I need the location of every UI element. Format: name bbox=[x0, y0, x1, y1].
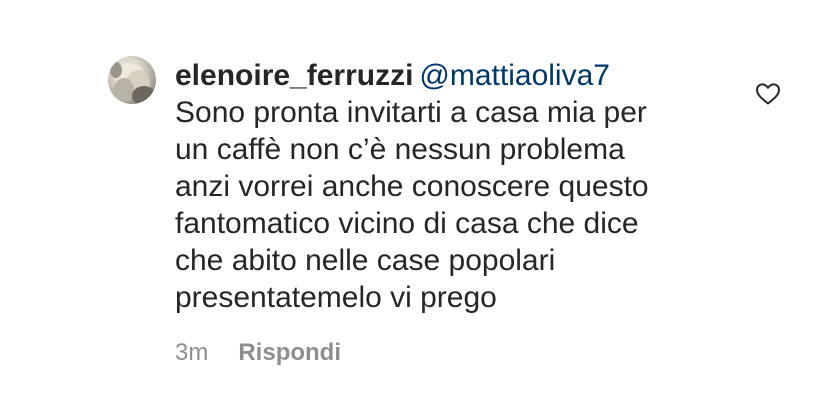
comment-text-line: fantomatico vicino di casa che dice bbox=[175, 207, 639, 240]
comment-text-line: Sono pronta invitarti a casa mia per bbox=[175, 96, 647, 129]
comment-header: elenoire_ferruzzi @mattiaoliva7 bbox=[175, 58, 735, 94]
comment-text-line: presentatemelo vi prego bbox=[175, 281, 497, 314]
mention-link[interactable]: @mattiaoliva7 bbox=[419, 59, 610, 92]
avatar-image bbox=[110, 62, 156, 104]
like-button[interactable] bbox=[755, 82, 781, 106]
comment-meta: 3m Rispondi bbox=[175, 338, 341, 368]
username[interactable]: elenoire_ferruzzi bbox=[175, 59, 413, 92]
comment-text-line: anzi vorrei anche conoscere questo bbox=[175, 170, 649, 203]
reply-button[interactable]: Rispondi bbox=[238, 338, 341, 368]
comment: elenoire_ferruzzi @mattiaoliva7 Sono pron… bbox=[0, 0, 828, 410]
timestamp: 3m bbox=[175, 339, 209, 366]
comment-text-line: che abito nelle case popolari bbox=[175, 244, 556, 277]
avatar[interactable] bbox=[108, 56, 156, 104]
comment-body: elenoire_ferruzzi @mattiaoliva7 Sono pron… bbox=[175, 58, 735, 316]
heart-outline-icon bbox=[756, 83, 780, 105]
comment-text-line: un caffè non c’è nessun problema bbox=[175, 133, 625, 166]
